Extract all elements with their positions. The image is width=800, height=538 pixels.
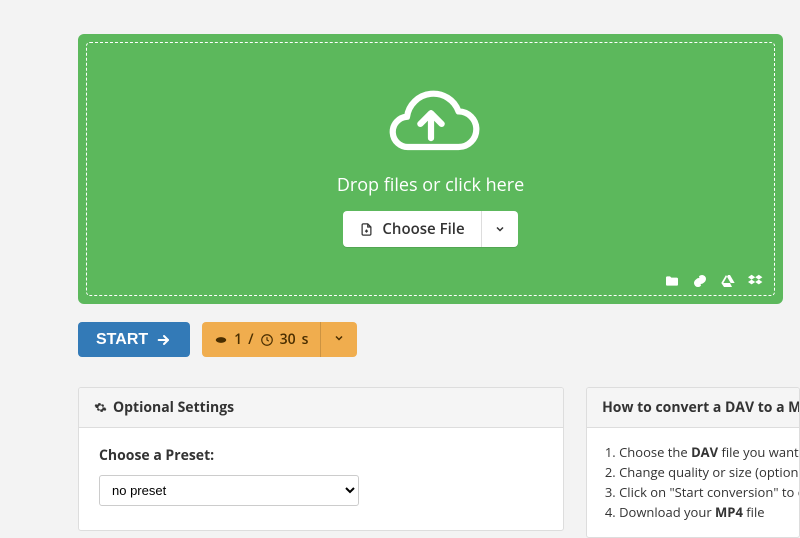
preset-label: Choose a Preset:	[99, 446, 543, 465]
queue-dropdown[interactable]	[320, 322, 357, 357]
link-icon[interactable]	[692, 273, 708, 289]
list-item: Change quality or size (optiona	[619, 462, 789, 482]
file-add-icon	[359, 222, 374, 237]
dropzone-text: Drop files or click here	[337, 173, 524, 197]
list-item: Choose the DAV file you want t	[619, 442, 789, 462]
preset-select[interactable]: no preset	[99, 475, 359, 506]
upload-dropzone[interactable]: Drop files or click here Choose File	[78, 34, 783, 304]
chevron-down-icon	[494, 223, 506, 235]
choose-file-button[interactable]: Choose File	[343, 211, 480, 247]
cloud-upload-icon	[376, 83, 486, 163]
howto-steps: Choose the DAV file you want t Change qu…	[605, 442, 789, 523]
coin-icon	[214, 333, 228, 347]
optional-settings-panel: Optional Settings Choose a Preset: no pr…	[78, 387, 564, 531]
choose-file-button-group: Choose File	[343, 211, 517, 247]
source-icons	[664, 273, 764, 289]
google-drive-icon[interactable]	[720, 273, 736, 289]
queue-status-button[interactable]: 1 / 30 s	[202, 322, 357, 357]
list-item: Download your MP4 file	[619, 502, 789, 522]
choose-file-dropdown[interactable]	[481, 211, 518, 247]
queue-unit: s	[302, 330, 309, 349]
optional-settings-title: Optional Settings	[113, 398, 234, 417]
queue-sep: /	[248, 330, 253, 349]
start-button[interactable]: START	[78, 322, 190, 357]
start-label: START	[96, 331, 148, 349]
howto-title: How to convert a DAV to a MP4 fi	[587, 388, 799, 428]
optional-settings-header: Optional Settings	[79, 388, 563, 428]
queue-count: 1	[234, 330, 242, 349]
clock-icon	[260, 333, 274, 347]
dropzone-inner[interactable]: Drop files or click here Choose File	[86, 42, 775, 296]
queue-duration: 30	[280, 330, 296, 349]
gear-icon	[94, 401, 107, 414]
chevron-down-icon	[333, 332, 345, 344]
arrow-right-icon	[156, 332, 172, 348]
folder-icon[interactable]	[664, 273, 680, 289]
list-item: Click on "Start conversion" to c	[619, 482, 789, 502]
dropbox-icon[interactable]	[748, 273, 764, 289]
howto-panel: How to convert a DAV to a MP4 fi Choose …	[586, 387, 800, 538]
queue-status: 1 / 30 s	[202, 322, 320, 357]
choose-file-label: Choose File	[382, 219, 464, 239]
